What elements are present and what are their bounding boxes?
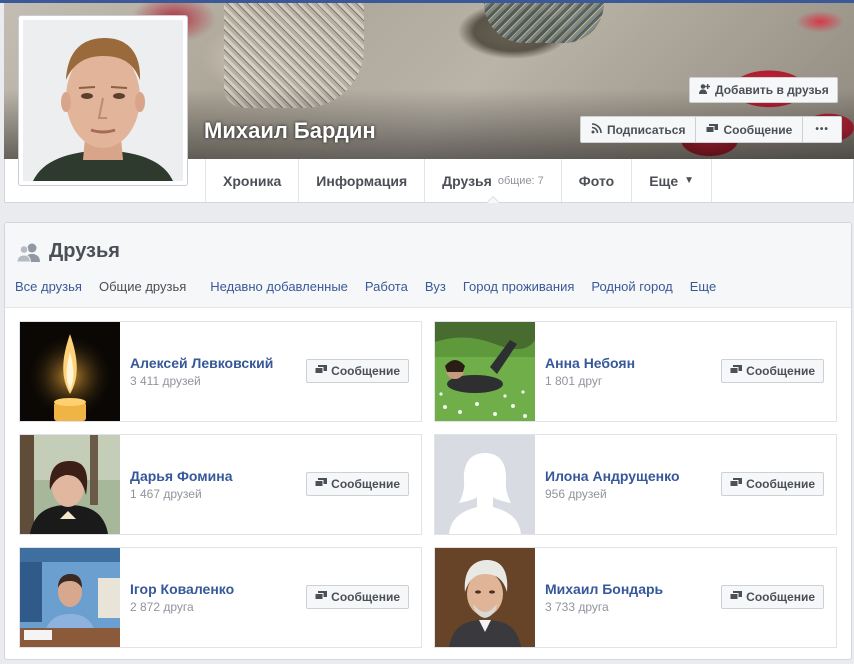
friend-photo[interactable] <box>435 548 535 647</box>
tab-label: Друзья <box>442 172 492 189</box>
friend-count[interactable]: 3 411 друзей <box>130 374 201 388</box>
message-label: Сообщение <box>746 590 815 604</box>
profile-picture[interactable] <box>18 15 188 186</box>
friend-count[interactable]: 2 872 друга <box>130 600 194 614</box>
message-button[interactable]: Сообщение <box>696 117 804 142</box>
message-button[interactable]: Сообщение <box>721 359 824 383</box>
add-friend-label: Добавить в друзья <box>715 83 829 97</box>
message-button[interactable]: Сообщение <box>306 359 409 383</box>
message-icon <box>314 590 328 604</box>
message-label: Сообщение <box>746 364 815 378</box>
tab-label: Еще <box>649 172 679 189</box>
friend-photo[interactable] <box>435 435 535 534</box>
tab-timeline[interactable]: Хроника <box>205 159 298 202</box>
filter-recently-added[interactable]: Недавно добавленные <box>210 279 348 294</box>
friend-count[interactable]: 1 801 друг <box>545 374 602 388</box>
subscribe-button[interactable]: Подписаться <box>581 117 697 142</box>
message-button[interactable]: Сообщение <box>306 585 409 609</box>
message-label: Сообщение <box>746 477 815 491</box>
filter-more[interactable]: Еще <box>690 279 716 294</box>
friend-card: Илона Андрущенко 956 друзей Сообщение <box>434 434 837 535</box>
friend-card: Алексей Левковский 3 411 друзей Сообщени… <box>19 321 422 422</box>
friends-filter-bar: Все друзья Общие друзья Недавно добавлен… <box>15 279 733 294</box>
friend-count[interactable]: 956 друзей <box>545 487 607 501</box>
chevron-down-icon: ▼ <box>684 175 695 186</box>
message-label: Сообщение <box>331 590 400 604</box>
message-icon <box>314 364 328 378</box>
tab-label: Фото <box>578 172 615 189</box>
message-button[interactable]: Сообщение <box>306 472 409 496</box>
more-dots-icon: ••• <box>815 124 829 135</box>
message-icon <box>729 477 743 491</box>
friends-header: Друзья Все друзья Общие друзья Недавно д… <box>5 223 851 308</box>
friend-count[interactable]: 1 467 друзей <box>130 487 202 501</box>
friend-name[interactable]: Дарья Фомина <box>130 468 233 484</box>
filter-current-city[interactable]: Город проживания <box>463 279 575 294</box>
tab-friends[interactable]: Друзья общие: 7 <box>424 159 561 203</box>
friend-photo[interactable] <box>20 435 120 534</box>
friends-section: Друзья Все друзья Общие друзья Недавно д… <box>4 222 852 660</box>
friend-card: Дарья Фомина 1 467 друзей Сообщение <box>19 434 422 535</box>
filter-work[interactable]: Работа <box>365 279 408 294</box>
rss-icon <box>591 122 602 137</box>
friend-photo[interactable] <box>435 322 535 421</box>
tab-more[interactable]: Еще ▼ <box>631 159 713 202</box>
filter-university[interactable]: Вуз <box>425 279 446 294</box>
friend-name[interactable]: Анна Небоян <box>545 355 635 371</box>
friend-card: Анна Небоян 1 801 друг Сообщение <box>434 321 837 422</box>
friends-title: Друзья <box>49 240 120 262</box>
friend-card: Михаил Бондарь 3 733 друга Сообщение <box>434 547 837 648</box>
friend-name[interactable]: Алексей Левковский <box>130 355 273 371</box>
friend-name[interactable]: Илона Андрущенко <box>545 468 680 484</box>
mutual-friends-count: общие: 7 <box>497 174 544 187</box>
subscribe-label: Подписаться <box>607 122 686 137</box>
message-button[interactable]: Сообщение <box>721 585 824 609</box>
friend-card: Ігор Коваленко 2 872 друга Сообщение <box>19 547 422 648</box>
tab-photos[interactable]: Фото <box>560 159 631 202</box>
message-icon <box>729 364 743 378</box>
tab-label: Хроника <box>223 172 282 189</box>
message-icon <box>705 123 719 137</box>
more-options-button[interactable]: ••• <box>803 117 841 142</box>
add-friend-icon <box>698 83 711 98</box>
friends-icon <box>16 242 41 262</box>
filter-hometown[interactable]: Родной город <box>591 279 672 294</box>
filter-all-friends[interactable]: Все друзья <box>15 279 82 294</box>
friend-count[interactable]: 3 733 друга <box>545 600 609 614</box>
friend-photo[interactable] <box>20 548 120 647</box>
friend-name[interactable]: Михаил Бондарь <box>545 581 663 597</box>
friend-photo[interactable] <box>20 322 120 421</box>
message-label: Сообщение <box>331 364 400 378</box>
profile-actions: Подписаться Сообщение ••• <box>580 116 842 143</box>
message-label: Сообщение <box>331 477 400 491</box>
filter-mutual-friends[interactable]: Общие друзья <box>99 279 186 294</box>
add-friend-button[interactable]: Добавить в друзья <box>689 77 838 103</box>
message-icon <box>314 477 328 491</box>
message-button[interactable]: Сообщение <box>721 472 824 496</box>
message-icon <box>729 590 743 604</box>
avatar <box>23 20 183 181</box>
friend-name[interactable]: Ігор Коваленко <box>130 581 234 597</box>
tab-label: Информация <box>316 172 408 189</box>
message-label: Сообщение <box>723 122 793 137</box>
profile-name[interactable]: Михаил Бардин <box>204 118 376 144</box>
tab-about[interactable]: Информация <box>298 159 424 202</box>
